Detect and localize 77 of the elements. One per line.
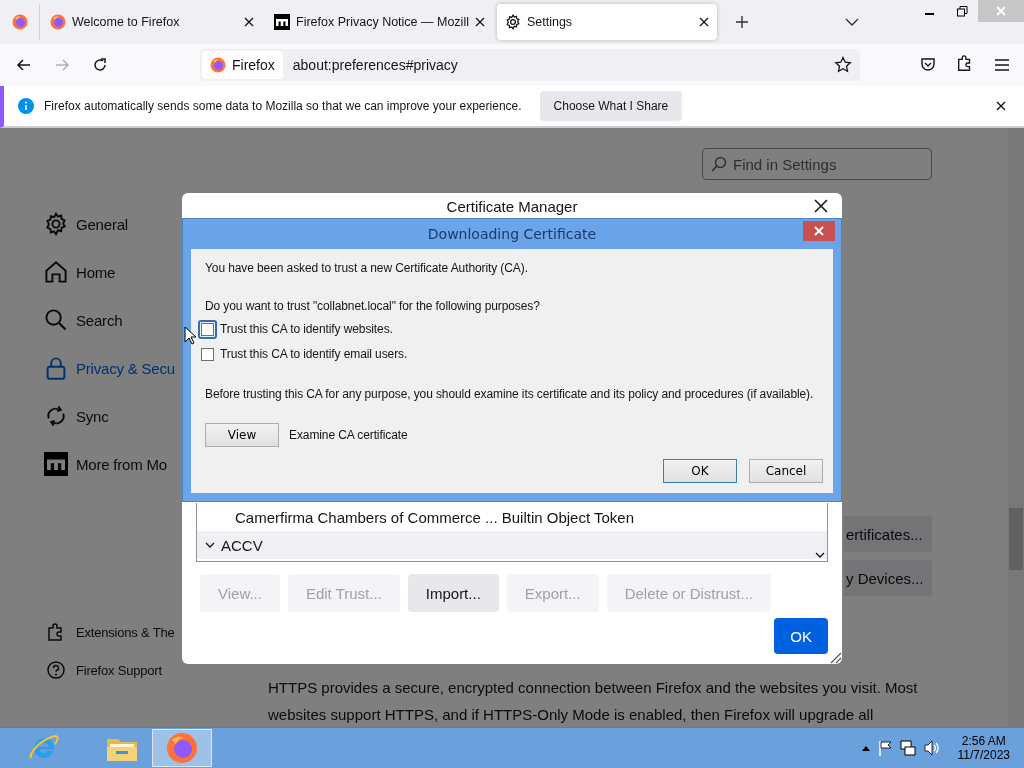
search-icon [711,156,727,172]
sidebar-item[interactable]: Search [44,306,175,334]
address-bar[interactable]: Firefox about:preferences#privacy [200,49,860,81]
sidebar-item[interactable]: General [44,210,175,238]
tab[interactable]: Settings [496,4,717,40]
speaker-icon[interactable] [923,740,940,756]
dialog-title: Certificate Manager [446,197,578,215]
back-icon [16,57,32,73]
close-icon[interactable] [996,101,1006,111]
reload-icon [92,57,108,73]
sync-icon [44,404,68,428]
new-tab-icon[interactable] [734,15,749,29]
sidebar-item[interactable]: More from Mo [44,450,175,478]
settings-button[interactable]: y Devices... [844,560,932,596]
sidebar-item[interactable]: Home [44,258,175,286]
sidebar-item[interactable]: Sync [44,402,175,430]
tab[interactable]: Firefox Privacy Notice — Mozill [266,4,493,40]
network-icon[interactable] [899,740,916,756]
tab[interactable]: Welcome to Firefox [42,4,262,40]
body-text: websites support HTTPS, and if HTTPS-Only Mode is enabled, then Firefox will upgrade all [268,705,875,725]
tray-arrow-icon[interactable] [861,745,870,751]
sidebar-item[interactable]: Privacy & Secu [44,354,175,382]
dialog-text: Do you want to trust "collabnet.local" for the following purposes? [205,299,541,313]
sidebar-link[interactable]: Firefox Support [46,660,175,680]
search-icon [44,308,68,332]
scrollbar-thumb[interactable] [1009,508,1023,570]
dialog-button[interactable]: Cancel [749,459,823,483]
star-icon[interactable] [834,56,852,74]
checkbox-label: Trust this CA to identify websites. [220,322,393,336]
identity-label: Firefox [232,57,275,73]
info-icon [18,98,34,114]
search-field[interactable]: Find in Settings [702,148,932,180]
dialog-title: Downloading Certificate [427,226,597,242]
gear-icon [44,212,68,236]
flag-icon[interactable] [877,740,892,756]
close-icon[interactable] [474,17,485,27]
chevron-down-icon[interactable] [844,17,859,27]
close-icon [814,226,824,236]
taskbar-app[interactable] [152,729,212,767]
lock-icon [44,356,68,380]
mozilla-icon [44,452,68,476]
sidebar-link[interactable]: Extensions & The [46,622,175,642]
firefox-icon [210,57,226,73]
clock-date[interactable]: 11/7/2023 [957,748,1010,762]
dialog-text: You have been asked to trust a new Certificate Authority (CA). [205,261,529,275]
resize-grip-icon[interactable] [828,650,842,664]
tree-row[interactable]: Camerfirma Chambers of Commerce ... Builtin Object Token [197,503,827,531]
view-label: Examine CA certificate [289,428,408,442]
dialog-button[interactable]: Import... [407,574,499,612]
notification-text: Firefox automatically sends some data to Mozilla so that we can improve your experience. [44,99,522,113]
checkbox-label: Trust this CA to identify email users. [220,347,408,361]
url-text: about:preferences#privacy [292,57,459,73]
close-icon[interactable] [244,17,254,27]
checkbox[interactable] [201,347,214,361]
pocket-icon[interactable] [920,57,936,73]
gear-icon [504,14,521,30]
firefox-icon [50,14,66,30]
clock-time[interactable]: 2:56 AM [961,734,1006,748]
menu-icon[interactable] [994,58,1010,72]
settings-button[interactable]: ertificates... [844,516,932,552]
dialog-text: Before trusting this CA for any purpose, you should examine its certificate and its policy and procedures (if available). [205,387,815,401]
cursor-icon [184,326,196,345]
close-icon[interactable] [698,17,709,27]
firefox-icon [166,732,198,764]
body-text: HTTPS provides a secure, encrypted connection between Firefox and the websites you visit. Most [268,678,918,698]
scroll-down-icon[interactable] [815,551,825,559]
view-button[interactable]: View [205,423,279,447]
home-icon [44,260,68,284]
tree-row[interactable]: ACCV [197,531,827,559]
help-icon [46,660,66,680]
mozilla-icon [274,14,290,30]
dialog-button[interactable]: OK [663,459,737,483]
close-button[interactable] [803,221,835,241]
firefox-icon [12,14,28,30]
forward-icon [54,57,70,73]
ok-button[interactable]: OK [774,618,828,654]
choose-button[interactable]: Choose What I Share [539,91,683,121]
